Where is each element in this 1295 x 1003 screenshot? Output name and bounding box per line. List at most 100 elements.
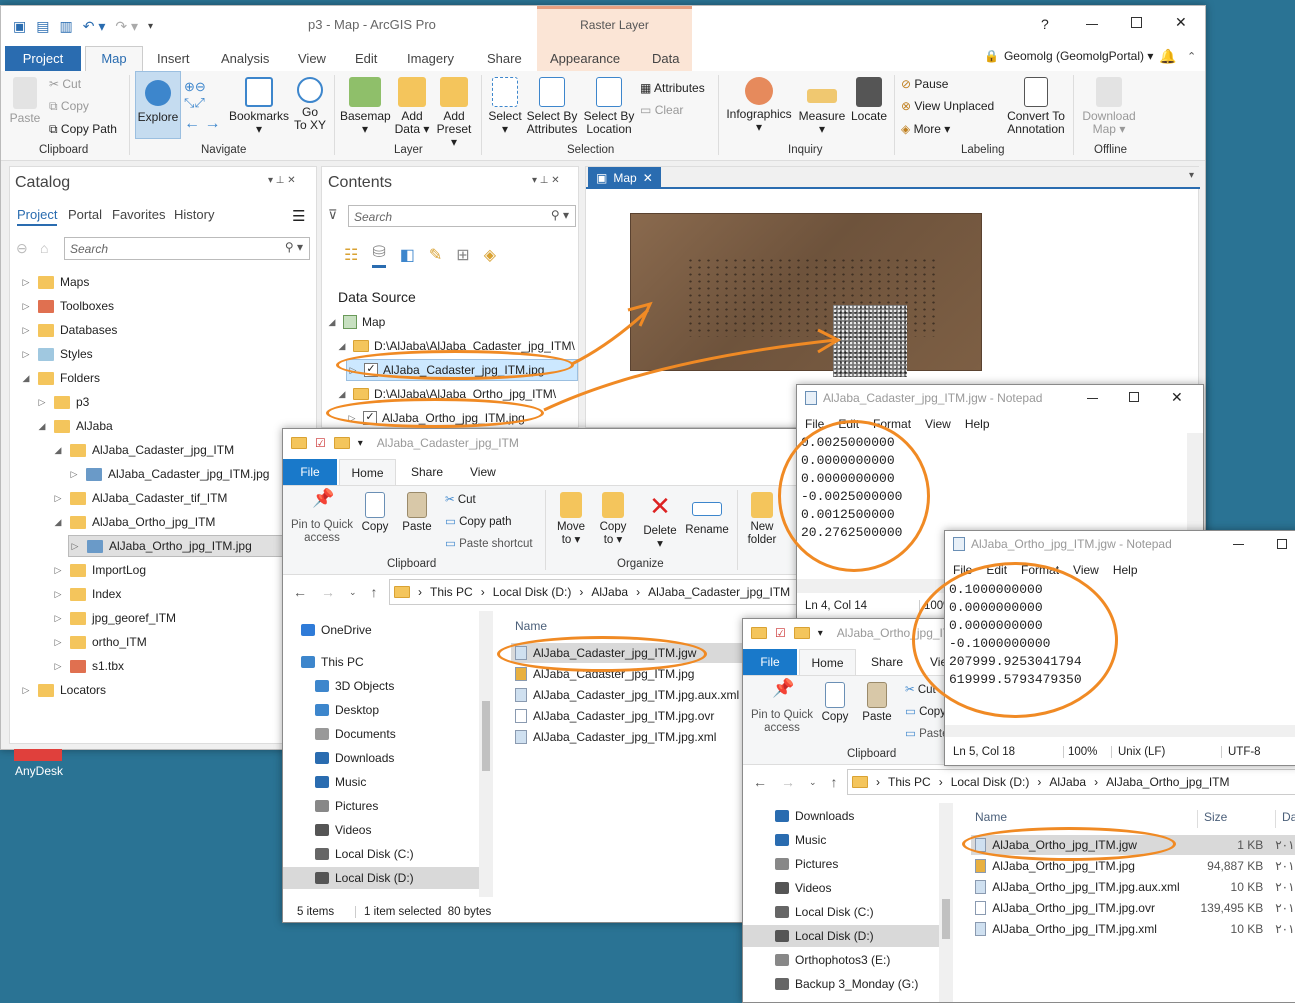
tab-project[interactable]: Project (5, 46, 81, 71)
add-data-button[interactable]: Add Data ▾ (393, 77, 431, 136)
catalog-pane-options[interactable]: ▾ ⊥ ✕ (268, 175, 296, 186)
nav-scroll-thumb[interactable] (482, 701, 490, 771)
nav-item-music[interactable]: Music (775, 829, 826, 851)
select-button[interactable]: Select ▾ (487, 77, 523, 136)
menu-edit[interactable]: Edit (986, 563, 1007, 577)
file-row[interactable]: AlJaba_Ortho_jpg_ITM.jpg.xml 10 KB ٢٠١٩ (971, 919, 1295, 939)
catalog-tab-portal[interactable]: Portal (68, 207, 102, 222)
catalog-tab-favorites[interactable]: Favorites (112, 207, 165, 222)
up-icon[interactable]: ↑ (831, 774, 838, 790)
download-map-button[interactable]: Download Map ▾ (1079, 77, 1139, 136)
catalog-search-box[interactable]: Search ⚲ ▾ (64, 237, 310, 260)
tab-data[interactable]: Data (652, 51, 679, 66)
tab-insert[interactable]: Insert (157, 51, 190, 66)
expand-toggle-icon[interactable]: ▷ (52, 637, 64, 648)
minimize-button[interactable] (1086, 24, 1098, 25)
tab-imagery[interactable]: Imagery (407, 51, 454, 66)
explorer-tab-file[interactable]: File (283, 459, 337, 485)
open-project-icon[interactable]: ▤ (36, 18, 49, 35)
view-unplaced-button[interactable]: ⊗ View Unplaced (901, 99, 994, 113)
expand-toggle-icon[interactable]: ▷ (68, 469, 80, 480)
close-button[interactable]: ✕ (1171, 389, 1183, 406)
catalog-item-databases[interactable]: ▷ Databases (20, 319, 118, 341)
list-by-data-source-icon[interactable]: ⛁ (372, 242, 386, 268)
map-tab-close-icon[interactable]: ✕ (643, 171, 653, 185)
expand-toggle-icon[interactable]: ▷ (52, 613, 64, 624)
expand-toggle-icon[interactable]: ◢ (36, 421, 48, 432)
select-by-attributes-button[interactable]: Select By Attributes (524, 77, 580, 136)
expand-toggle-icon[interactable]: ◢ (52, 517, 64, 528)
filter-icon[interactable]: ⊽ (328, 207, 338, 223)
explorer-tab-file[interactable]: File (743, 649, 797, 675)
back-icon[interactable]: ← (753, 774, 767, 790)
horizontal-scrollbar[interactable] (945, 725, 1295, 737)
expand-toggle-icon[interactable]: ▷ (52, 565, 64, 576)
nav-item-local-disk-c[interactable]: Local Disk (C:) (775, 901, 874, 923)
pin-quick-access-button[interactable]: 📌 Pin to Quick access (747, 679, 817, 735)
nav-item-music[interactable]: Music (315, 771, 366, 793)
maximize-button[interactable] (1129, 392, 1139, 402)
address-bar[interactable]: › This PC › Local Disk (D:) › AlJaba › AlJab… (389, 579, 797, 605)
new-folder-button[interactable]: New folder (741, 492, 783, 547)
catalog-item-importlog[interactable]: ▷ ImportLog (52, 559, 147, 581)
catalog-item-ortho-jpg[interactable]: ▷ AlJaba_Ortho_jpg_ITM.jpg (68, 535, 308, 557)
nav-item-videos[interactable]: Videos (775, 877, 831, 899)
contents-map-row[interactable]: ◢ Map (326, 311, 385, 333)
help-button[interactable]: ? (1041, 16, 1049, 32)
file-row[interactable]: AlJaba_Ortho_jpg_ITM.jpg 94,887 KB ٢٠١٩ (971, 856, 1295, 876)
nav-item-pictures[interactable]: Pictures (775, 853, 838, 875)
nav-item-downloads[interactable]: Downloads (315, 747, 394, 769)
nav-scroll-thumb[interactable] (942, 899, 950, 939)
go-to-xy-button[interactable]: Go To XY (293, 77, 327, 132)
tab-view[interactable]: View (298, 51, 326, 66)
breadcrumb-this-pc[interactable]: This PC (430, 585, 473, 599)
column-header-size[interactable]: Size (1197, 810, 1227, 828)
menu-help[interactable]: Help (965, 417, 990, 431)
paste-shortcut-button[interactable]: ▭ Paste (905, 726, 949, 740)
cut-button[interactable]: ✂ Cut (445, 492, 476, 506)
map-tab-dropdown-icon[interactable]: ▾ (1189, 170, 1194, 181)
copy-path-button[interactable]: ▭ Copy (905, 704, 946, 718)
copy-path-button[interactable]: ⧉ Copy Path (49, 122, 117, 137)
catalog-item-locators[interactable]: ▷ Locators (20, 679, 107, 701)
add-preset-button[interactable]: Add Preset ▾ (433, 77, 475, 149)
explorer-tab-home[interactable]: Home (799, 649, 856, 676)
rename-button[interactable]: Rename (683, 492, 731, 537)
expand-toggle-icon[interactable]: ▷ (52, 661, 64, 672)
explorer-tab-view[interactable]: View (470, 465, 496, 479)
collapse-ribbon-icon[interactable]: ⌃ (1187, 50, 1196, 63)
select-by-location-button[interactable]: Select By Location (582, 77, 636, 136)
contents-cadaster-folder-row[interactable]: ◢ D:\AlJaba\AlJaba_Cadaster_jpg_ITM\ (336, 335, 575, 357)
nav-scrollbar[interactable] (479, 611, 493, 897)
breadcrumb-aljaba[interactable]: AlJaba (591, 585, 628, 599)
back-icon[interactable]: ← (293, 584, 307, 600)
breadcrumb-this-pc[interactable]: This PC (888, 775, 931, 789)
catalog-item-cadaster-tif-folder[interactable]: ▷ AlJaba_Cadaster_tif_ITM (52, 487, 228, 509)
expand-toggle-icon[interactable]: ▷ (20, 301, 32, 312)
catalog-item-cadaster-jpg[interactable]: ▷ AlJaba_Cadaster_jpg_ITM.jpg (68, 463, 270, 485)
anydesk-desktop-icon[interactable] (14, 749, 62, 761)
layer-visibility-checkbox[interactable]: ✓ (363, 411, 377, 425)
basemap-button[interactable]: Basemap ▾ (340, 77, 391, 136)
nav-item-local-disk-c[interactable]: Local Disk (C:) (315, 843, 414, 865)
recent-dropdown-icon[interactable]: ⌄ (809, 777, 817, 788)
catalog-back-icon[interactable]: ⊖ (16, 240, 28, 257)
map-view-tab[interactable]: ▣ Map ✕ (588, 167, 661, 189)
explorer-tab-share[interactable]: Share (411, 465, 443, 479)
expand-toggle-icon[interactable]: ▷ (52, 589, 64, 600)
column-header-name[interactable]: Name (515, 619, 547, 633)
qat-dropdown-icon[interactable]: ▾ (358, 438, 363, 449)
catalog-item-cadaster-jpg-folder[interactable]: ◢ AlJaba_Cadaster_jpg_ITM (52, 439, 235, 461)
breadcrumb-cadaster[interactable]: AlJaba_Cadaster_jpg_ITM (648, 585, 790, 599)
catalog-item-aljaba[interactable]: ◢ AlJaba (36, 415, 113, 437)
bookmarks-button[interactable]: Bookmarks ▾ (229, 77, 289, 136)
tab-map[interactable]: Map (85, 46, 143, 72)
explore-button[interactable]: Explore (135, 71, 181, 139)
convert-to-annotation-button[interactable]: Convert To Annotation (1003, 77, 1069, 136)
up-icon[interactable]: ↑ (371, 584, 378, 600)
catalog-item-ortho-itm[interactable]: ▷ ortho_ITM (52, 631, 147, 653)
nav-scrollbar[interactable] (939, 803, 953, 1002)
new-folder-icon[interactable] (333, 437, 350, 449)
nav-item-this-pc[interactable]: This PC (301, 651, 364, 673)
list-by-editing-icon[interactable]: ✎ (429, 245, 442, 265)
